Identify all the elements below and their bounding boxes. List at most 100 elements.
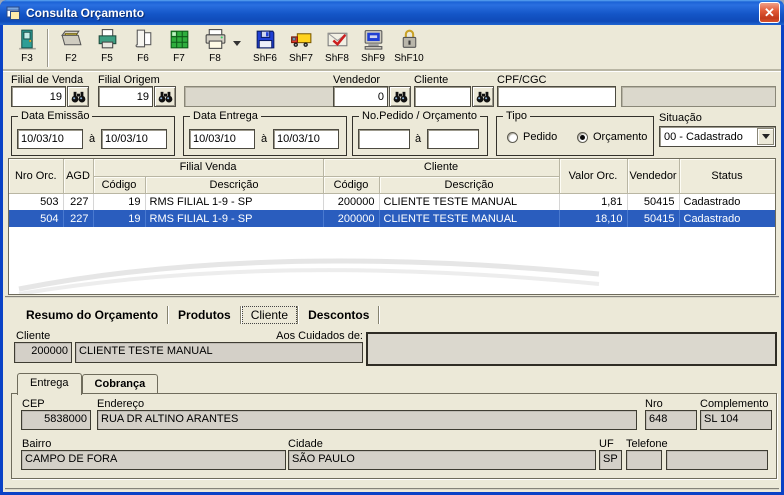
- toolbar-key-label: ShF10: [394, 53, 424, 64]
- radio-orcamento-label: Orçamento: [593, 131, 648, 143]
- window-form-icon: [6, 6, 20, 20]
- complemento-field: SL 104: [700, 410, 772, 430]
- pages-icon: [135, 29, 151, 48]
- green-grid-icon: [170, 30, 188, 49]
- exit-door-icon: [18, 29, 36, 50]
- tab-cobranca[interactable]: Cobrança: [81, 374, 159, 394]
- col-filial-venda[interactable]: Filial Venda: [93, 159, 324, 177]
- exit-button[interactable]: F3: [9, 27, 45, 69]
- telefone-ddd-field: [626, 450, 662, 470]
- close-button[interactable]: ✕: [759, 2, 780, 23]
- col-valor-orc[interactable]: Valor Orc.: [559, 159, 628, 194]
- print-dropdown-arrow[interactable]: [233, 41, 241, 46]
- toolbar-key-label: ShF8: [325, 53, 349, 64]
- col-agd[interactable]: AGD: [63, 159, 94, 194]
- tipo-group: Tipo Pedido Orçamento: [496, 110, 654, 156]
- endereco-field: RUA DR ALTINO ARANTES: [97, 410, 637, 430]
- toolbar-key-label: F5: [101, 53, 113, 64]
- radio-orcamento[interactable]: Orçamento: [577, 131, 647, 143]
- col-filial-codigo[interactable]: Código: [93, 176, 146, 194]
- binoculars-icon: [71, 91, 85, 102]
- telefone-numero-field: [666, 450, 768, 470]
- data-emissao-to-input[interactable]: [101, 129, 167, 149]
- filial-venda-input[interactable]: [11, 86, 66, 107]
- telefone-label: Telefone: [626, 438, 668, 450]
- col-cliente[interactable]: Cliente: [323, 159, 560, 177]
- pedido-to-input[interactable]: [427, 129, 479, 149]
- col-nro-orc[interactable]: Nro Orc.: [9, 159, 64, 194]
- cell-agd: 227: [63, 193, 94, 210]
- vendedor-label: Vendedor: [333, 74, 381, 86]
- toolbar-key-label: F7: [173, 53, 185, 64]
- toolbar: F3 F2 F5 F6 F7 F8 ShF6 ShF7 ShF8 ShF9 Sh…: [3, 25, 781, 72]
- cliente-section: Cliente 200000 CLIENTE TESTE MANUAL Aos …: [3, 327, 781, 492]
- print-preview-button[interactable]: F5: [89, 27, 125, 69]
- cep-label: CEP: [22, 398, 45, 410]
- tab-produtos[interactable]: Produtos: [169, 306, 240, 324]
- cep-field: 5838000: [21, 410, 91, 430]
- toolbar-key-label: ShF9: [361, 53, 385, 64]
- filial-origem-input[interactable]: [98, 86, 153, 107]
- uf-field: SP: [599, 450, 622, 470]
- tab-descontos[interactable]: Descontos: [299, 306, 378, 324]
- truck-icon: [290, 33, 311, 47]
- background-swoosh: [18, 258, 600, 294]
- save-button[interactable]: ShF6: [247, 27, 283, 69]
- floppy-disk-icon: [256, 30, 274, 49]
- situacao-value: 00 - Cadastrado: [664, 130, 743, 143]
- chevron-down-icon[interactable]: [757, 128, 774, 145]
- col-filial-descricao[interactable]: Descrição: [145, 176, 324, 194]
- toolbar-key-label: F3: [21, 53, 33, 64]
- vendedor-input[interactable]: [333, 86, 388, 107]
- toolbar-key-label: F8: [209, 53, 221, 64]
- filial-venda-search-button[interactable]: [67, 86, 89, 107]
- col-cliente-descricao[interactable]: Descrição: [379, 176, 560, 194]
- cell-status: Cadastrado: [679, 193, 775, 210]
- col-vendedor[interactable]: Vendedor: [627, 159, 680, 194]
- binoculars-icon: [158, 91, 172, 102]
- range-separator: à: [415, 133, 422, 145]
- grid-row[interactable]: 504 227 19 RMS FILIAL 1-9 - SP 200000 CL…: [9, 210, 775, 227]
- tab-resumo-orcamento[interactable]: Resumo do Orçamento: [17, 306, 167, 324]
- cpf-cgc-input[interactable]: [497, 86, 616, 107]
- radio-pedido-label: Pedido: [523, 131, 558, 143]
- open-button[interactable]: F2: [53, 27, 89, 69]
- data-emissao-from-input[interactable]: [17, 129, 83, 149]
- tab-cliente[interactable]: Cliente: [241, 305, 298, 324]
- data-entrega-to-input[interactable]: [273, 129, 339, 149]
- pedido-from-input[interactable]: [358, 129, 410, 149]
- address-tabs: Entrega Cobrança: [17, 371, 159, 395]
- col-status[interactable]: Status: [679, 159, 775, 194]
- cliente-search-button[interactable]: [472, 86, 494, 107]
- filial-origem-search-button[interactable]: [154, 86, 176, 107]
- cell-valor: 1,81: [559, 193, 628, 210]
- tab-entrega[interactable]: Entrega: [17, 373, 82, 395]
- cell-vendedor: 50415: [627, 193, 680, 210]
- titlebar: Consulta Orçamento ✕: [0, 0, 784, 25]
- window-body: F3 F2 F5 F6 F7 F8 ShF6 ShF7 ShF8 ShF9 Sh…: [0, 25, 784, 495]
- bairro-label: Bairro: [22, 438, 52, 450]
- pages-button[interactable]: F6: [125, 27, 161, 69]
- cliente-filter-label: Cliente: [414, 74, 449, 86]
- vendedor-search-button[interactable]: [389, 86, 411, 107]
- toolbar-key-label: F2: [65, 53, 77, 64]
- lock-button[interactable]: ShF10: [391, 27, 427, 69]
- calc-grid-button[interactable]: F7: [161, 27, 197, 69]
- terminal-button[interactable]: ShF9: [355, 27, 391, 69]
- pedido-orcamento-label: No.Pedido / Orçamento: [359, 110, 480, 122]
- situacao-select[interactable]: 00 - Cadastrado: [659, 126, 776, 147]
- cliente-input[interactable]: [414, 86, 471, 107]
- endereco-label: Endereço: [97, 398, 145, 410]
- col-cliente-codigo[interactable]: Código: [323, 176, 380, 194]
- grid-row[interactable]: 503 227 19 RMS FILIAL 1-9 - SP 200000 CL…: [9, 193, 775, 210]
- data-entrega-from-input[interactable]: [189, 129, 255, 149]
- cell-status: Cadastrado: [679, 210, 775, 227]
- mail-check-button[interactable]: ShF8: [319, 27, 355, 69]
- results-grid: Nro Orc. AGD Filial Venda Cliente Valor …: [8, 158, 776, 295]
- tab-divider: [378, 305, 381, 324]
- print-button[interactable]: F8: [197, 27, 233, 69]
- cidade-field: SÃO PAULO: [288, 450, 596, 470]
- delivery-button[interactable]: ShF7: [283, 27, 319, 69]
- radio-pedido[interactable]: Pedido: [507, 131, 557, 143]
- envelope-check-icon: [327, 32, 347, 47]
